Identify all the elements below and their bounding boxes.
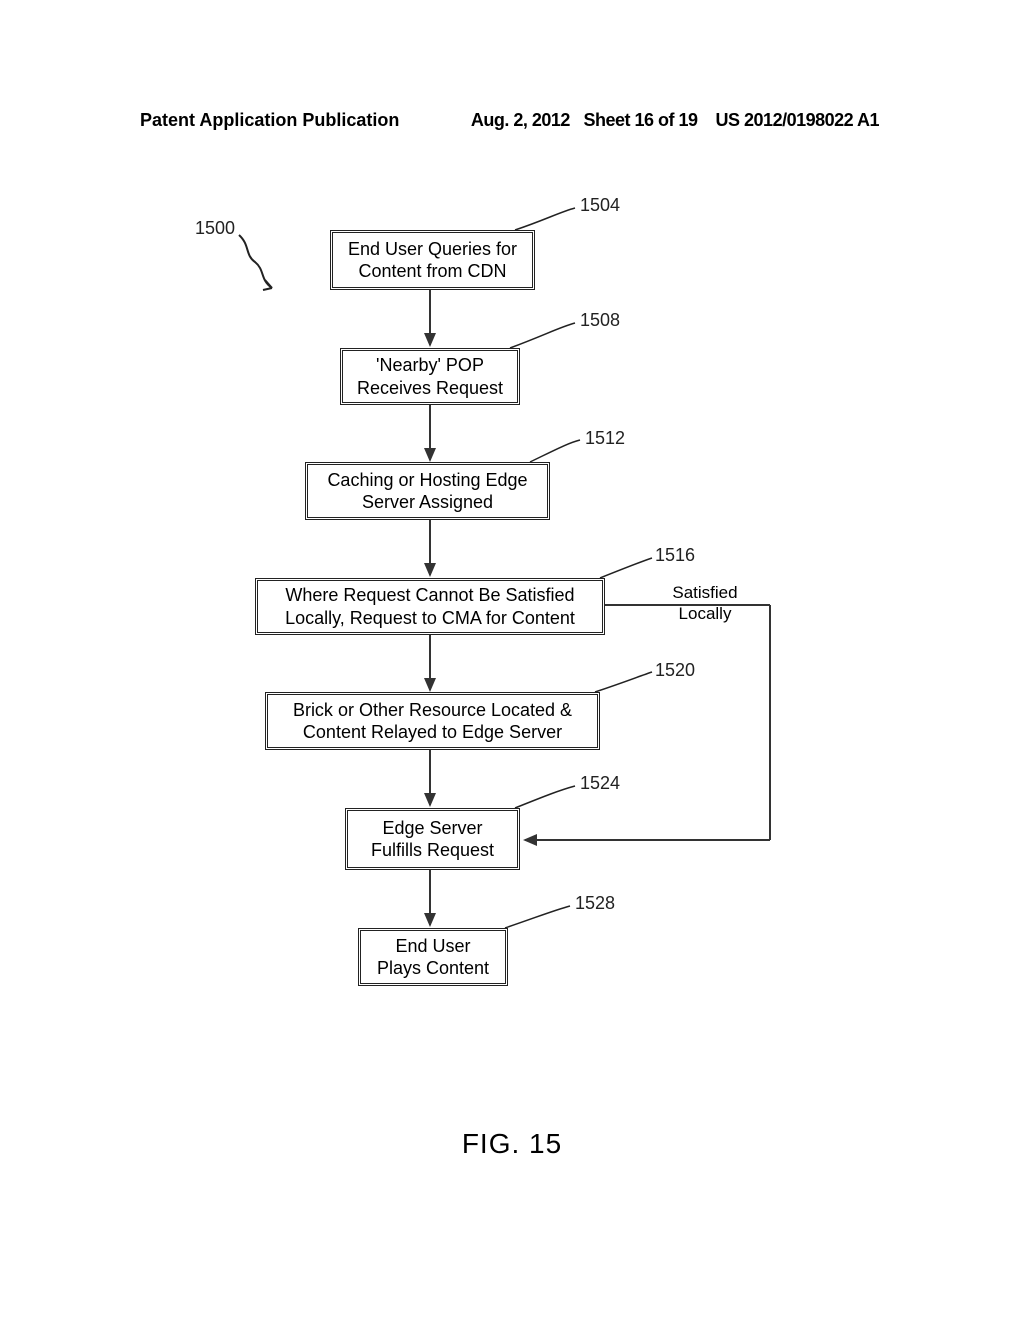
- diagram-connectors: [0, 190, 1024, 1190]
- box-1520: Brick or Other Resource Located & Conten…: [265, 692, 600, 750]
- pub-date: Aug. 2, 2012: [471, 110, 570, 130]
- flowchart-diagram: 1500 1504 1508 1512 1516 1520 1524 1528 …: [0, 190, 1024, 1190]
- box-1508: 'Nearby' POP Receives Request: [340, 348, 520, 405]
- ref-1504: 1504: [580, 195, 620, 216]
- box-1528: End User Plays Content: [358, 928, 508, 986]
- doc-number: US 2012/0198022 A1: [716, 110, 879, 130]
- page-header: Patent Application Publication Aug. 2, 2…: [0, 110, 1024, 131]
- ref-1508: 1508: [580, 310, 620, 331]
- box-1528-text: End User Plays Content: [371, 935, 495, 980]
- sheet-number: Sheet 16 of 19: [583, 110, 697, 130]
- box-1504-text: End User Queries for Content from CDN: [343, 238, 522, 283]
- ref-1528: 1528: [575, 893, 615, 914]
- box-1520-text: Brick or Other Resource Located & Conten…: [278, 699, 587, 744]
- publication-label: Patent Application Publication: [140, 110, 399, 131]
- box-1524-text: Edge Server Fulfills Request: [358, 817, 507, 862]
- box-1524: Edge Server Fulfills Request: [345, 808, 520, 870]
- branch-label-satisfied-locally: Satisfied Locally: [655, 582, 755, 625]
- ref-1524: 1524: [580, 773, 620, 794]
- ref-1520: 1520: [655, 660, 695, 681]
- ref-1516: 1516: [655, 545, 695, 566]
- box-1512: Caching or Hosting Edge Server Assigned: [305, 462, 550, 520]
- box-1516: Where Request Cannot Be Satisfied Locall…: [255, 578, 605, 635]
- ref-1500: 1500: [195, 218, 235, 239]
- box-1516-text: Where Request Cannot Be Satisfied Locall…: [268, 584, 592, 629]
- box-1504: End User Queries for Content from CDN: [330, 230, 535, 290]
- box-1512-text: Caching or Hosting Edge Server Assigned: [318, 469, 537, 514]
- ref-1512: 1512: [585, 428, 625, 449]
- box-1508-text: 'Nearby' POP Receives Request: [353, 354, 507, 399]
- publication-info: Aug. 2, 2012 Sheet 16 of 19 US 2012/0198…: [471, 110, 879, 131]
- figure-caption: FIG. 15: [0, 1128, 1024, 1160]
